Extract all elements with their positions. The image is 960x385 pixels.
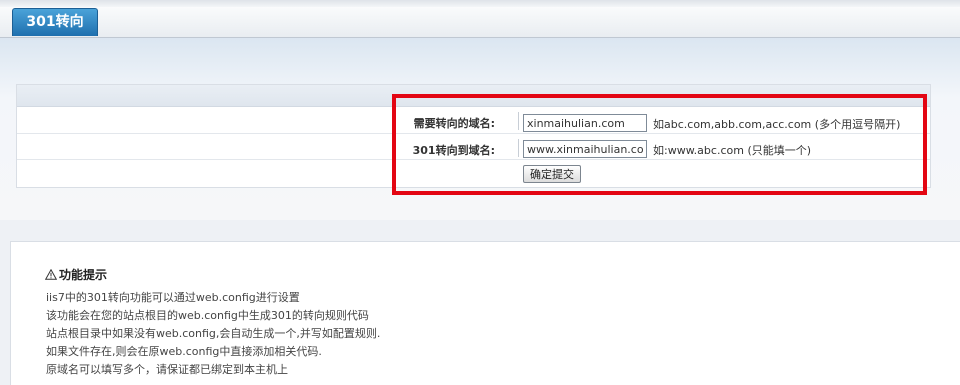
- column-divider: [518, 139, 519, 157]
- row-divider: [17, 159, 930, 160]
- redirect-form: 需要转向的域名: 如abc.com,abb.com,acc.com (多个用逗号…: [16, 84, 931, 188]
- target-domain-label: 301转向到域名:: [412, 144, 495, 157]
- tips-line: 站点根目录中如果没有web.config,会自动生成一个,并写如配置规则.: [46, 327, 381, 340]
- tips-line: iis7中的301转向功能可以通过web.config进行设置: [46, 291, 300, 304]
- tips-line: 如果文件存在,则会在原web.config中直接添加相关代码.: [46, 345, 322, 358]
- source-domain-input[interactable]: [523, 114, 647, 132]
- source-domain-hint: 如abc.com,abb.com,acc.com (多个用逗号隔开): [653, 118, 901, 131]
- tips-heading: 功能提示: [45, 266, 107, 283]
- target-domain-input[interactable]: [523, 140, 647, 158]
- submit-button[interactable]: 确定提交: [523, 165, 581, 183]
- warning-triangle-icon: [45, 269, 57, 280]
- tab-bar: 301转向: [0, 7, 960, 38]
- target-domain-hint: 如:www.abc.com (只能填一个): [653, 144, 812, 157]
- source-domain-label: 需要转向的域名:: [413, 117, 495, 130]
- form-header: [17, 85, 930, 107]
- tab-301-redirect[interactable]: 301转向: [12, 8, 98, 36]
- tips-line: 该功能会在您的站点根目的web.config中生成301的转向规则代码: [46, 309, 369, 322]
- tips-title: 功能提示: [59, 268, 108, 282]
- tips-line: 原域名可以填写多个，请保证都已绑定到本主机上: [46, 363, 288, 376]
- tips-panel: 功能提示 iis7中的301转向功能可以通过web.config进行设置 该功能…: [10, 241, 960, 385]
- column-divider: [518, 112, 519, 130]
- row-divider: [17, 133, 930, 134]
